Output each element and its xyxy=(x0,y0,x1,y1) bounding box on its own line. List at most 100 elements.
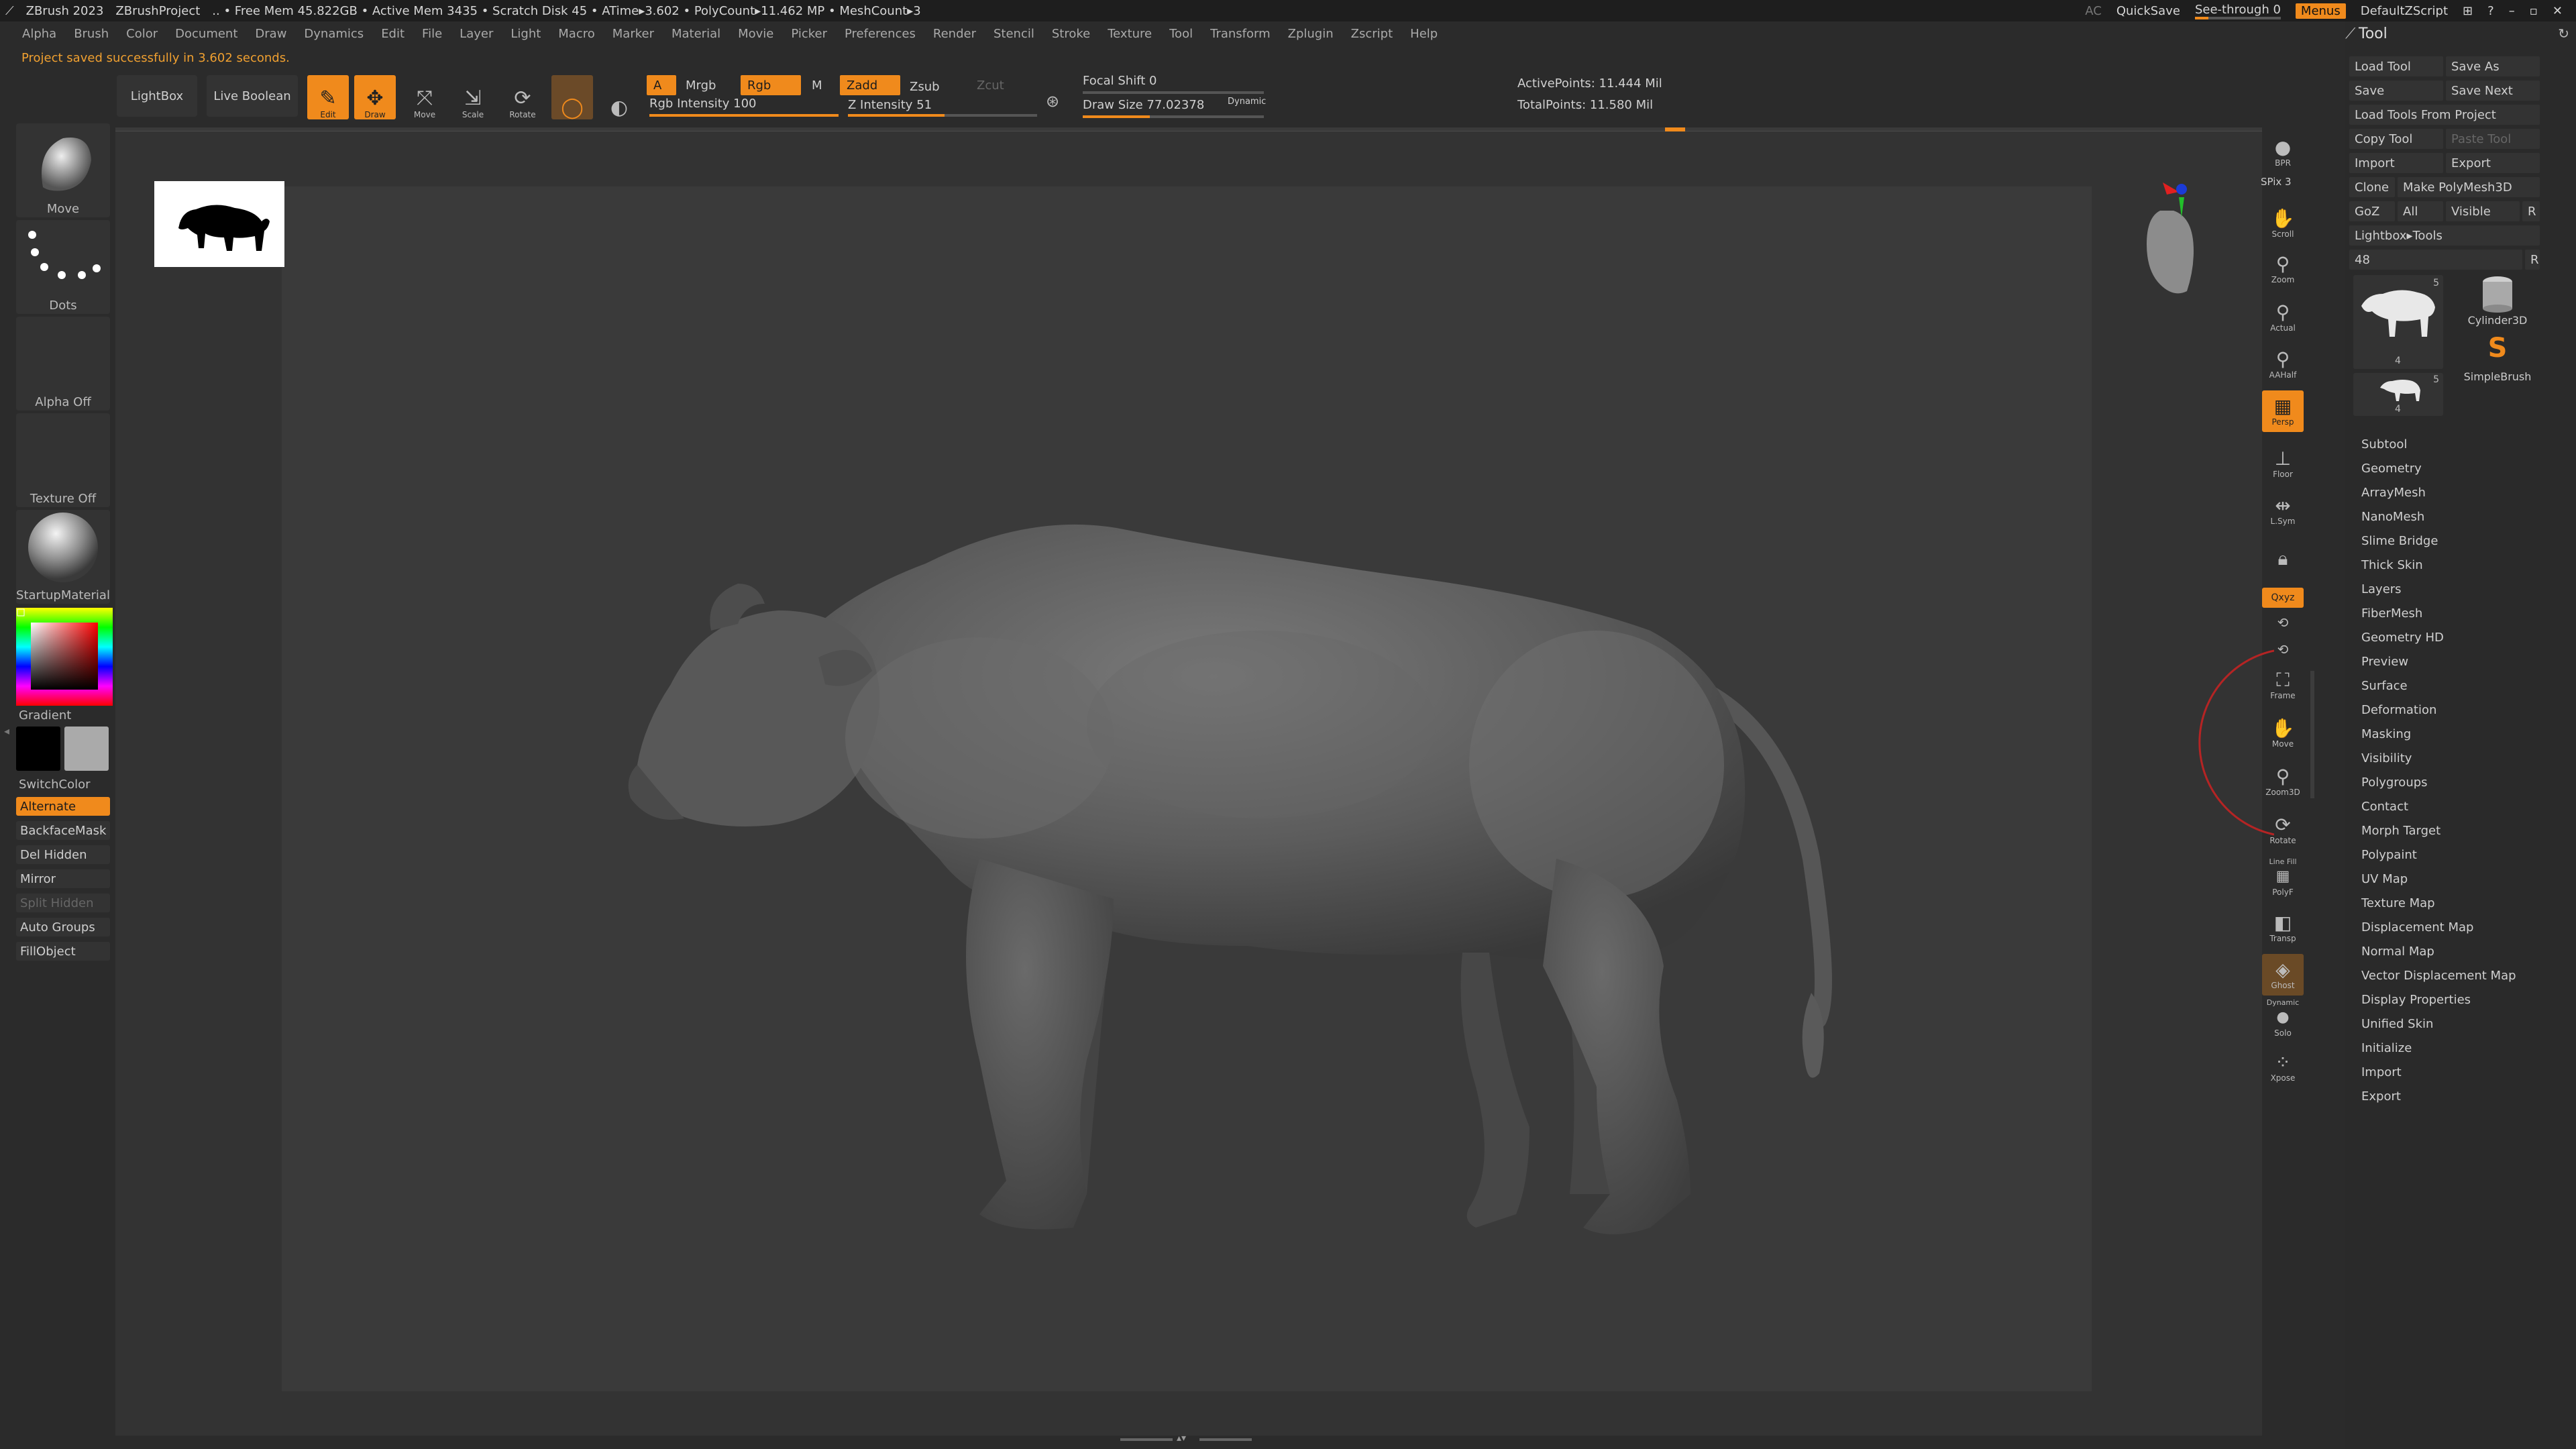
menu-transform[interactable]: Transform xyxy=(1201,27,1279,46)
spix-control[interactable]: SPix 3 xyxy=(2261,176,2292,188)
subpalette-displacement-map[interactable]: Displacement Map xyxy=(2361,920,2473,934)
subpalette-fibermesh[interactable]: FiberMesh xyxy=(2361,606,2422,621)
subpalette-polygroups[interactable]: Polygroups xyxy=(2361,775,2428,790)
focal-shift-slider[interactable] xyxy=(1083,91,1264,94)
subpalette-uv-map[interactable]: UV Map xyxy=(2361,872,2408,886)
dynamic-toggle[interactable]: Dynamic xyxy=(1228,97,1266,107)
menu-render[interactable]: Render xyxy=(924,27,985,46)
subpalette-contact[interactable]: Contact xyxy=(2361,800,2408,814)
cylinder3d-tool[interactable]: Cylinder3D xyxy=(2455,275,2540,331)
solo-button[interactable]: Dynamic ● Solo xyxy=(2262,997,2304,1038)
color-picker[interactable] xyxy=(16,608,113,706)
secondary-tool-thumbnail[interactable]: 5 4 xyxy=(2353,373,2443,416)
xpose-button[interactable]: ⁘ Xpose xyxy=(2262,1046,2304,1088)
del-hidden-button[interactable]: Del Hidden xyxy=(16,845,110,864)
zoom3d-button[interactable]: ⚲ Zoom3D xyxy=(2262,761,2304,802)
menu-movie[interactable]: Movie xyxy=(729,27,782,46)
menu-preferences[interactable]: Preferences xyxy=(836,27,924,46)
menu-document[interactable]: Document xyxy=(166,27,246,46)
xyz-button[interactable]: Qxyz xyxy=(2262,588,2304,608)
subpalette-deformation[interactable]: Deformation xyxy=(2361,703,2436,717)
subpalette-initialize[interactable]: Initialize xyxy=(2361,1041,2412,1055)
draw-mode-button[interactable]: ✥ Draw xyxy=(354,75,396,119)
make-polymesh3d-button[interactable]: Make PolyMesh3D xyxy=(2398,177,2540,197)
menu-light[interactable]: Light xyxy=(502,27,549,46)
zsub-toggle[interactable]: Zsub xyxy=(903,76,947,97)
tool-count-r-button[interactable]: R xyxy=(2525,250,2540,270)
subpalette-nanomesh[interactable]: NanoMesh xyxy=(2361,510,2424,524)
subpalette-geometry[interactable]: Geometry xyxy=(2361,462,2422,476)
help-icon[interactable]: ? xyxy=(2487,4,2494,18)
main-color-swatch[interactable] xyxy=(16,727,60,771)
persp-button[interactable]: ▦ Persp xyxy=(2262,390,2304,432)
polyf-button[interactable]: Line Fill ▦ PolyF xyxy=(2262,856,2304,898)
switchcolor-button[interactable]: SwitchColor xyxy=(16,777,113,792)
clone-button[interactable]: Clone xyxy=(2349,177,2395,197)
menu-stencil[interactable]: Stencil xyxy=(985,27,1043,46)
subpalette-display-properties[interactable]: Display Properties xyxy=(2361,993,2471,1007)
rotate-y-button[interactable]: ⟲ xyxy=(2262,610,2304,635)
subpalette-arraymesh[interactable]: ArrayMesh xyxy=(2361,486,2426,500)
lock-button[interactable]: 🔒︎ xyxy=(2262,538,2304,580)
simplebrush-tool[interactable]: S SimpleBrush xyxy=(2455,333,2540,389)
quicksave-button[interactable]: QuickSave xyxy=(2116,4,2180,18)
subpalette-preview[interactable]: Preview xyxy=(2361,655,2408,669)
subpalette-normal-map[interactable]: Normal Map xyxy=(2361,945,2434,959)
paste-tool-button[interactable]: Paste Tool xyxy=(2446,129,2540,149)
load-tool-button[interactable]: Load Tool xyxy=(2349,56,2443,76)
bull-sculpt-model[interactable] xyxy=(604,483,1878,1275)
subpalette-thick-skin[interactable]: Thick Skin xyxy=(2361,558,2423,572)
zadd-toggle[interactable]: Zadd xyxy=(840,75,900,95)
menu-macro[interactable]: Macro xyxy=(549,27,603,46)
menu-picker[interactable]: Picker xyxy=(782,27,836,46)
navigator-thumbnail[interactable] xyxy=(154,181,284,267)
material-picker[interactable]: StartupMaterial xyxy=(16,510,110,604)
menu-marker[interactable]: Marker xyxy=(604,27,663,46)
menu-color[interactable]: Color xyxy=(117,27,166,46)
scale-mode-button[interactable]: ⇲ Scale xyxy=(452,75,494,120)
menu-alpha[interactable]: Alpha xyxy=(13,27,65,46)
close-icon[interactable]: ✕ xyxy=(2553,4,2563,18)
material-sphere-button[interactable]: ◐ xyxy=(598,75,640,119)
menus-toggle[interactable]: Menus xyxy=(2295,3,2346,19)
mirror-button[interactable]: Mirror xyxy=(16,869,110,888)
menu-tool[interactable]: Tool xyxy=(1161,27,1201,46)
stroke-picker[interactable]: Dots xyxy=(16,220,110,314)
sym-size-button[interactable]: ⊛ xyxy=(1032,79,1073,113)
move-mode-button[interactable]: ⤧ Move xyxy=(404,75,445,120)
subpalette-polypaint[interactable]: Polypaint xyxy=(2361,848,2417,862)
subpalette-slime-bridge[interactable]: Slime Bridge xyxy=(2361,534,2438,548)
load-tools-from-project-button[interactable]: Load Tools From Project xyxy=(2349,105,2540,125)
menu-layer[interactable]: Layer xyxy=(451,27,502,46)
subpalette-export[interactable]: Export xyxy=(2361,1089,2401,1104)
alpha-picker[interactable]: Alpha Off xyxy=(16,317,110,411)
menu-help[interactable]: Help xyxy=(1401,27,1446,46)
zcut-toggle[interactable]: Zcut xyxy=(970,75,1011,95)
default-zscript-button[interactable]: DefaultZScript xyxy=(2361,4,2448,18)
orientation-gizmo[interactable] xyxy=(2106,177,2214,311)
menu-file[interactable]: File xyxy=(413,27,451,46)
subpalette-texture-map[interactable]: Texture Map xyxy=(2361,896,2435,910)
minimize-icon[interactable]: – xyxy=(2509,4,2515,18)
copy-tool-button[interactable]: Copy Tool xyxy=(2349,129,2443,149)
transp-button[interactable]: ◧ Transp xyxy=(2262,907,2304,949)
save-next-button[interactable]: Save Next xyxy=(2446,80,2540,101)
menu-zscript[interactable]: Zscript xyxy=(1342,27,1402,46)
subpalette-vector-displacement-map[interactable]: Vector Displacement Map xyxy=(2361,969,2516,983)
save-button[interactable]: Save xyxy=(2349,80,2443,101)
menu-edit[interactable]: Edit xyxy=(372,27,413,46)
palette-collapse-icon[interactable]: ↻ xyxy=(2558,25,2569,42)
subpalette-surface[interactable]: Surface xyxy=(2361,679,2408,693)
texture-picker[interactable]: Texture Off xyxy=(16,413,110,507)
edit-mode-button[interactable]: ✎ Edit xyxy=(307,75,349,119)
right-shelf-scrollbar[interactable] xyxy=(2310,671,2314,798)
m-toggle[interactable]: M xyxy=(805,75,829,95)
a-toggle[interactable]: A xyxy=(647,75,676,95)
rotate-z-button[interactable]: ⟲ xyxy=(2262,637,2304,661)
palette-pin-icon[interactable]: ⟋ xyxy=(2345,25,2355,42)
brush-picker[interactable]: Move xyxy=(16,123,110,217)
export-button[interactable]: Export xyxy=(2446,153,2540,173)
menu-dynamics[interactable]: Dynamics xyxy=(295,27,372,46)
auto-groups-button[interactable]: Auto Groups xyxy=(16,918,110,936)
goz-r-button[interactable]: R xyxy=(2522,201,2540,221)
